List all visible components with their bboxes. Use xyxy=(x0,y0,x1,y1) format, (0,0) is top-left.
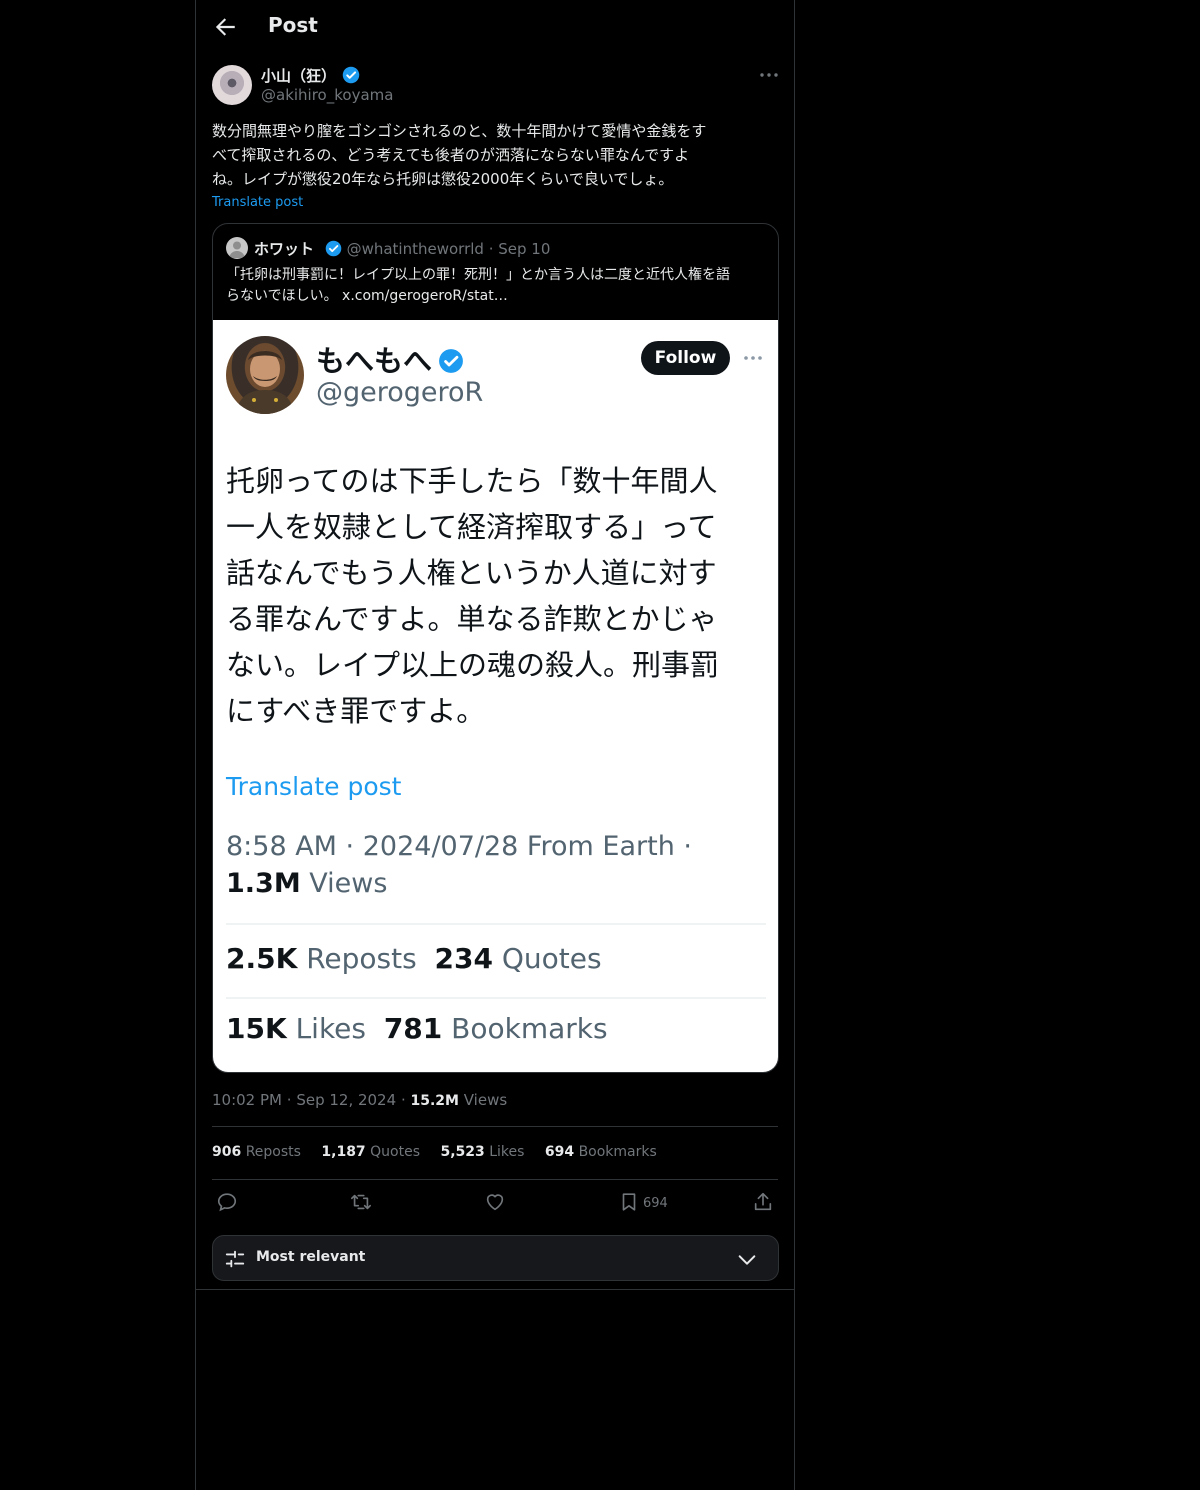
divider xyxy=(212,1179,778,1180)
quotes-label: Quotes xyxy=(370,1144,420,1160)
divider xyxy=(212,1126,778,1127)
reply-button[interactable] xyxy=(216,1191,238,1217)
quote-header: ホワット @whatintheworrld · Sep 10 xyxy=(254,238,550,259)
screenshot-likes-label: Likes xyxy=(295,1012,366,1045)
quote-author-handle: @whatintheworrld xyxy=(346,240,484,258)
screenshot-views-count: 1.3M xyxy=(226,868,301,899)
screenshot-author-handle: @gerogeroR xyxy=(316,377,484,408)
quotes-stat[interactable]: 1,187 Quotes xyxy=(321,1144,420,1160)
verified-badge-icon xyxy=(342,66,360,84)
quote-text: 「托卵は刑事罰に！レイプ以上の罪！死刑！」とか言う人は二度と近代人権を語 らない… xyxy=(226,267,730,304)
screenshot-avatar xyxy=(226,336,304,414)
screenshot-likes-count: 15K xyxy=(226,1012,287,1045)
screenshot-reposts-count: 2.5K xyxy=(226,942,298,975)
author-name[interactable]: 小山（狂） xyxy=(261,67,336,85)
bookmarks-stat[interactable]: 694 Bookmarks xyxy=(545,1144,657,1160)
bookmark-button[interactable]: 694 xyxy=(618,1191,678,1217)
reposts-count: 906 xyxy=(212,1144,242,1160)
reposts-label: Reposts xyxy=(245,1144,301,1160)
post-stats: 906 Reposts 1,187 Quotes 5,523 Likes 694… xyxy=(212,1144,673,1160)
share-button[interactable] xyxy=(752,1191,774,1217)
sliders-icon xyxy=(225,1250,245,1268)
sort-replies-dropdown[interactable]: Most relevant xyxy=(212,1235,779,1281)
screenshot-quotes-count: 234 xyxy=(434,942,493,975)
bookmark-icon xyxy=(622,1193,636,1211)
screenshot-meta-time: 8:58 AM · 2024/07/28 From Earth · xyxy=(226,831,692,862)
bookmarks-label: Bookmarks xyxy=(578,1144,657,1160)
post-time[interactable]: 10:02 PM xyxy=(212,1091,282,1109)
screenshot-stats-row-2: 15K Likes 781 Bookmarks xyxy=(226,1012,608,1045)
embedded-screenshot-image[interactable]: もへもへ @gerogeroR Follow 托卵ってのは下手したら「数十年間人… xyxy=(213,320,778,1072)
author-handle[interactable]: @akihiro_koyama xyxy=(261,86,393,104)
like-button[interactable] xyxy=(484,1191,506,1217)
screenshot-author-name-row: もへもへ xyxy=(316,338,464,380)
page-header: Post xyxy=(196,0,794,54)
screenshot-post-meta: 8:58 AM · 2024/07/28 From Earth · 1.3M V… xyxy=(226,828,756,902)
divider xyxy=(196,1289,794,1290)
main-column: Post 小山（狂） @akihiro_koyama 数分間無理やり膣をゴシゴシ… xyxy=(195,0,795,1490)
screenshot-translate-link: Translate post xyxy=(226,772,402,801)
post-date[interactable]: Sep 12, 2024 xyxy=(296,1091,396,1109)
quotes-count: 1,187 xyxy=(321,1144,366,1160)
likes-count: 5,523 xyxy=(440,1144,485,1160)
quote-author-avatar xyxy=(226,237,248,259)
screenshot-post-text: 托卵ってのは下手したら「数十年間人 一人を奴隷として経済搾取する」って 話なんで… xyxy=(226,464,720,728)
repost-button[interactable] xyxy=(350,1191,372,1217)
screenshot-follow-button: Follow xyxy=(641,341,730,375)
screenshot-divider xyxy=(226,997,766,999)
author-avatar[interactable] xyxy=(212,65,252,105)
verified-badge-icon xyxy=(439,349,463,373)
likes-label: Likes xyxy=(489,1144,525,1160)
bookmarks-count: 694 xyxy=(544,1144,575,1160)
author-name-row[interactable]: 小山（狂） xyxy=(261,65,360,86)
back-arrow-icon[interactable] xyxy=(212,14,238,40)
screenshot-bookmarks-count: 781 xyxy=(383,1012,443,1045)
post-views-count: 15.2M xyxy=(410,1093,459,1109)
post-views-label: Views xyxy=(463,1091,508,1109)
post-meta: 10:02 PM · Sep 12, 2024 · 15.2M Views xyxy=(212,1091,507,1109)
reply-icon xyxy=(217,1193,237,1212)
sort-label: Most relevant xyxy=(256,1249,366,1265)
screenshot-views-label: Views xyxy=(309,868,388,899)
dot-separator: · xyxy=(286,1091,297,1109)
heart-icon xyxy=(486,1194,504,1211)
dot-separator: · xyxy=(488,240,499,258)
screenshot-more-icon xyxy=(743,350,763,364)
quote-author-name: ホワット xyxy=(254,240,315,258)
likes-stat[interactable]: 5,523 Likes xyxy=(440,1144,524,1160)
share-icon xyxy=(754,1192,772,1211)
more-options-icon[interactable] xyxy=(758,66,780,84)
screenshot-stats-row-1: 2.5K Reposts 234 Quotes xyxy=(226,942,602,975)
quoted-post[interactable]: ホワット @whatintheworrld · Sep 10 「托卵は刑事罰に！… xyxy=(212,223,779,1073)
verified-badge-icon xyxy=(325,240,342,257)
quote-date: Sep 10 xyxy=(498,240,551,258)
translate-post-link[interactable]: Translate post xyxy=(212,195,303,210)
chevron-down-icon xyxy=(738,1255,756,1265)
screenshot-author-name: もへもへ xyxy=(316,344,433,378)
page-title: Post xyxy=(268,13,318,37)
screenshot-bookmarks-label: Bookmarks xyxy=(451,1012,608,1045)
screenshot-quotes-label: Quotes xyxy=(501,942,602,975)
screenshot-reposts-label: Reposts xyxy=(306,942,417,975)
screenshot-divider xyxy=(226,923,766,925)
bookmark-count: 694 xyxy=(643,1196,668,1211)
repost-icon xyxy=(351,1194,371,1210)
reposts-stat[interactable]: 906 Reposts xyxy=(212,1144,301,1160)
post-text: 数分間無理やり膣をゴシゴシされるのと、数十年間かけて愛情や金銭をす べて搾取され… xyxy=(212,122,707,188)
